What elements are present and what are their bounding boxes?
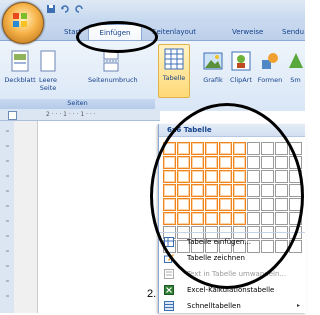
tabelle-button-content[interactable]: Tabelle bbox=[158, 48, 190, 82]
step-annotation: 2. bbox=[147, 288, 157, 300]
clipart-icon bbox=[231, 51, 251, 71]
tab-seitenlayout[interactable]: Seitenlayout bbox=[152, 25, 196, 39]
annotation-circle-tab bbox=[76, 21, 158, 53]
deckblatt-label: Deckblatt bbox=[4, 76, 36, 84]
annotation-circle-grid bbox=[150, 103, 304, 289]
menu-item-schnelltabellen[interactable]: Schnelltabellen ▸ bbox=[159, 298, 305, 314]
tab-verweise[interactable]: Verweise bbox=[232, 25, 263, 39]
menu-item-label: Schnelltabellen bbox=[187, 302, 241, 310]
clipart-label: ClipArt bbox=[230, 76, 252, 84]
quick-tables-icon bbox=[164, 301, 174, 311]
group-label-seiten: Seiten bbox=[0, 99, 155, 109]
horizontal-ruler: 2 · · · 1 · · · 1 · · · bbox=[0, 110, 160, 121]
text-to-table-icon bbox=[164, 269, 174, 279]
redo-icon[interactable] bbox=[74, 4, 84, 14]
tabelle-label: Tabelle bbox=[162, 74, 186, 82]
save-icon[interactable] bbox=[46, 4, 56, 14]
seitenumbruch-button[interactable]: Seitenumbruch bbox=[88, 50, 138, 84]
smartart-label: Sm bbox=[290, 76, 301, 84]
tab-sendungen[interactable]: Sendu bbox=[282, 25, 304, 39]
grafik-button[interactable]: Grafik bbox=[200, 50, 226, 84]
quick-access-toolbar bbox=[46, 4, 84, 16]
formen-button[interactable]: Formen bbox=[257, 50, 283, 84]
vertical-ruler-ticks bbox=[6, 130, 9, 297]
smartart-icon bbox=[289, 53, 303, 68]
page-break-icon bbox=[103, 50, 119, 72]
leere-seite-label: Leere Seite bbox=[38, 76, 58, 92]
leere-seite-button[interactable]: Leere Seite bbox=[36, 50, 60, 92]
submenu-arrow-icon: ▸ bbox=[297, 302, 301, 309]
shapes-icon bbox=[262, 53, 278, 69]
formen-label: Formen bbox=[257, 76, 283, 84]
excel-icon bbox=[164, 285, 174, 295]
smartart-button[interactable]: Sm bbox=[286, 50, 305, 84]
ruler-marks: 2 · · · 1 · · · 1 · · · bbox=[46, 111, 96, 118]
tab-selector[interactable] bbox=[8, 111, 17, 120]
document-page[interactable] bbox=[38, 121, 160, 313]
blank-page-icon bbox=[40, 50, 56, 72]
grafik-label: Grafik bbox=[203, 76, 223, 84]
cover-page-icon bbox=[11, 50, 29, 72]
picture-icon bbox=[203, 52, 223, 70]
seitenumbruch-label: Seitenumbruch bbox=[88, 76, 138, 84]
clipart-button[interactable]: ClipArt bbox=[228, 50, 254, 84]
undo-icon[interactable] bbox=[60, 4, 70, 14]
office-logo-icon bbox=[13, 13, 27, 27]
table-icon bbox=[164, 48, 184, 70]
deckblatt-button[interactable]: Deckblatt bbox=[2, 50, 38, 84]
vertical-ruler bbox=[0, 121, 15, 313]
